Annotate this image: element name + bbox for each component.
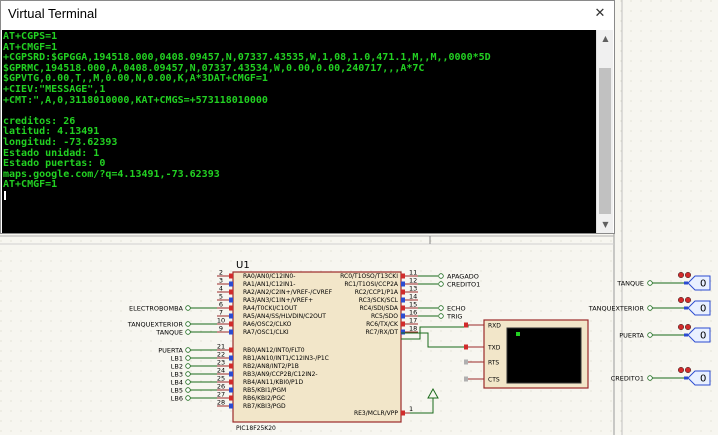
- pin-number: 13: [409, 285, 417, 293]
- pin-number: 4: [219, 285, 223, 293]
- net-label: LB1: [171, 355, 183, 363]
- pin-number: 14: [409, 293, 417, 301]
- pin-number: 23: [217, 359, 225, 367]
- pin-name: RB0/AN12/INT0/FLT0: [243, 347, 305, 354]
- net-label: TANQUE: [155, 329, 183, 337]
- window-title: Virtual Terminal: [8, 6, 98, 21]
- pin-number: 2: [219, 269, 223, 277]
- pin-number: 28: [217, 399, 225, 407]
- vertical-scrollbar[interactable]: ▲ ▼: [596, 30, 613, 233]
- net-label: TANQUEXTERIOR: [588, 305, 645, 313]
- net-label: PUERTA: [619, 332, 644, 340]
- net-label: TRIG: [446, 313, 462, 321]
- pin-name: RB1/AN10/INT1/C12IN3-/P1C: [243, 355, 329, 362]
- pin-name: CTS: [488, 377, 500, 384]
- pin-name: RC2/CCP1/P1A: [355, 289, 399, 296]
- net-label: CREDITO1: [611, 375, 644, 383]
- net-label: LB3: [171, 371, 183, 379]
- pin-name: RB5/KBI1/PGM: [243, 387, 286, 394]
- pin-number: 21: [217, 343, 225, 351]
- pin-number: 10: [217, 317, 225, 325]
- terminal-line: AT+CMGF=1: [3, 179, 58, 191]
- pin-name: RC4/SDI/SDA: [359, 305, 398, 312]
- pin-number: 18: [409, 325, 417, 333]
- scrollbar-thumb[interactable]: [599, 68, 611, 214]
- pin-name: RA4/T0CKI/C1OUT: [243, 305, 297, 312]
- text-cursor: [4, 190, 6, 200]
- pin-number: 9: [219, 325, 223, 333]
- net-label: LB4: [171, 379, 183, 387]
- net-label: ECHO: [447, 305, 466, 313]
- pin-number: 24: [217, 367, 225, 375]
- pin-number: 26: [217, 383, 225, 391]
- probe-value: 0: [700, 304, 706, 315]
- pin-name: RTS: [488, 360, 499, 367]
- pin-name: RA0/AN0/C12IN0-: [243, 273, 295, 280]
- terminal-line: [2, 190, 596, 202]
- pin-number: 6: [219, 301, 223, 309]
- pin-name: RB7/KBI3/PGD: [243, 403, 286, 410]
- terminal-line: longitud: -73.62393: [3, 136, 118, 148]
- probe-value: 0: [700, 374, 706, 385]
- pin-name: RA1/AN1/C12IN1-: [243, 281, 295, 288]
- pin-name: RC3/SCK/SCL: [359, 297, 399, 304]
- terminal-output[interactable]: AT+CGPS=1 AT+CMGF=1 +CGPSRD:$GPGGA,194518.…: [2, 30, 596, 233]
- pin-number: 25: [217, 375, 225, 383]
- pin-number: 15: [409, 301, 417, 309]
- probe-value: 0: [700, 279, 706, 290]
- net-label: TANQUEXTERIOR: [127, 321, 184, 329]
- pin-name: RA3/AN3/C1IN+/VREF+: [243, 297, 313, 304]
- net-label: LB6: [171, 395, 183, 403]
- pin-number: 1: [409, 405, 413, 413]
- pin-name: RA5/AN4/SS/HLVDIN/C2OUT: [243, 313, 326, 320]
- pin-name: TXD: [487, 345, 501, 352]
- close-button[interactable]: ✕: [589, 4, 611, 24]
- net-label: CREDITO1: [447, 281, 480, 289]
- pin-name: RA6/OSC2/CLKO: [243, 321, 292, 328]
- pin-number: 22: [217, 351, 225, 359]
- pin-number: 17: [409, 317, 417, 325]
- terminal-line: +CIEV:"MESSAGE",1: [3, 83, 106, 95]
- pin-name: RC6/TX/CK: [366, 321, 399, 328]
- probe-value: 0: [700, 331, 706, 342]
- pin-number: 7: [219, 309, 223, 317]
- pin-number: 12: [409, 277, 417, 285]
- pin-name: RC1/T1OSI/CCP2A: [344, 281, 399, 288]
- pin-name: RB3/AN9/CCP2B/C12IN2-: [243, 371, 318, 378]
- scroll-up-arrow-icon[interactable]: ▲: [597, 30, 614, 47]
- pin-name: RC0/T1OSO/T13CKI: [340, 273, 398, 280]
- net-label: TANQUE: [616, 280, 644, 288]
- terminal-line: AT+CGPS=1: [3, 31, 58, 42]
- pin-number: 3: [219, 277, 223, 285]
- pin-name: RB2/AN8/INT2/P1B: [243, 363, 299, 370]
- pin-name: RE3/MCLR/VPP: [354, 410, 398, 417]
- pin-number: 27: [217, 391, 225, 399]
- chip-part: PIC18F25K20: [236, 425, 276, 432]
- pin-number: 11: [409, 269, 417, 277]
- net-label: PUERTA: [158, 347, 183, 355]
- pin-name: RA2/AN2/C2IN+/VREF-/CVREF: [243, 289, 333, 296]
- terminal-line: maps.google.com/?q=4.13491,-73.62393: [3, 168, 220, 180]
- net-label: LB2: [171, 363, 183, 371]
- virtual-terminal-screen: [506, 327, 582, 384]
- scroll-down-arrow-icon[interactable]: ▼: [597, 216, 614, 233]
- net-label: LB5: [171, 387, 183, 395]
- net-label: ELECTROBOMBA: [129, 305, 184, 313]
- pin-number: 16: [409, 309, 417, 317]
- terminal-line: +CMT:",A,0,3118010000,KAT+CMGS=+57311801…: [3, 94, 268, 106]
- pin-name: RA7/OSC1/CLKI: [243, 329, 289, 336]
- virtual-terminal-window[interactable]: Virtual Terminal ✕ AT+CGPS=1 AT+CMGF=1 +CG…: [0, 0, 615, 234]
- pin-name: RC7/RX/DT: [366, 329, 399, 336]
- pin-name: RC5/SDO: [371, 313, 398, 320]
- net-label: APAGADO: [447, 273, 479, 281]
- chip-ref: U1: [236, 260, 250, 271]
- pin-number: 5: [219, 293, 223, 301]
- pin-name: RXD: [488, 323, 501, 330]
- pin-name: RB6/KBI2/PGC: [243, 395, 285, 402]
- pin-name: RB4/AN11/KBI0/P1D: [243, 379, 303, 386]
- window-titlebar[interactable]: Virtual Terminal ✕: [1, 1, 614, 28]
